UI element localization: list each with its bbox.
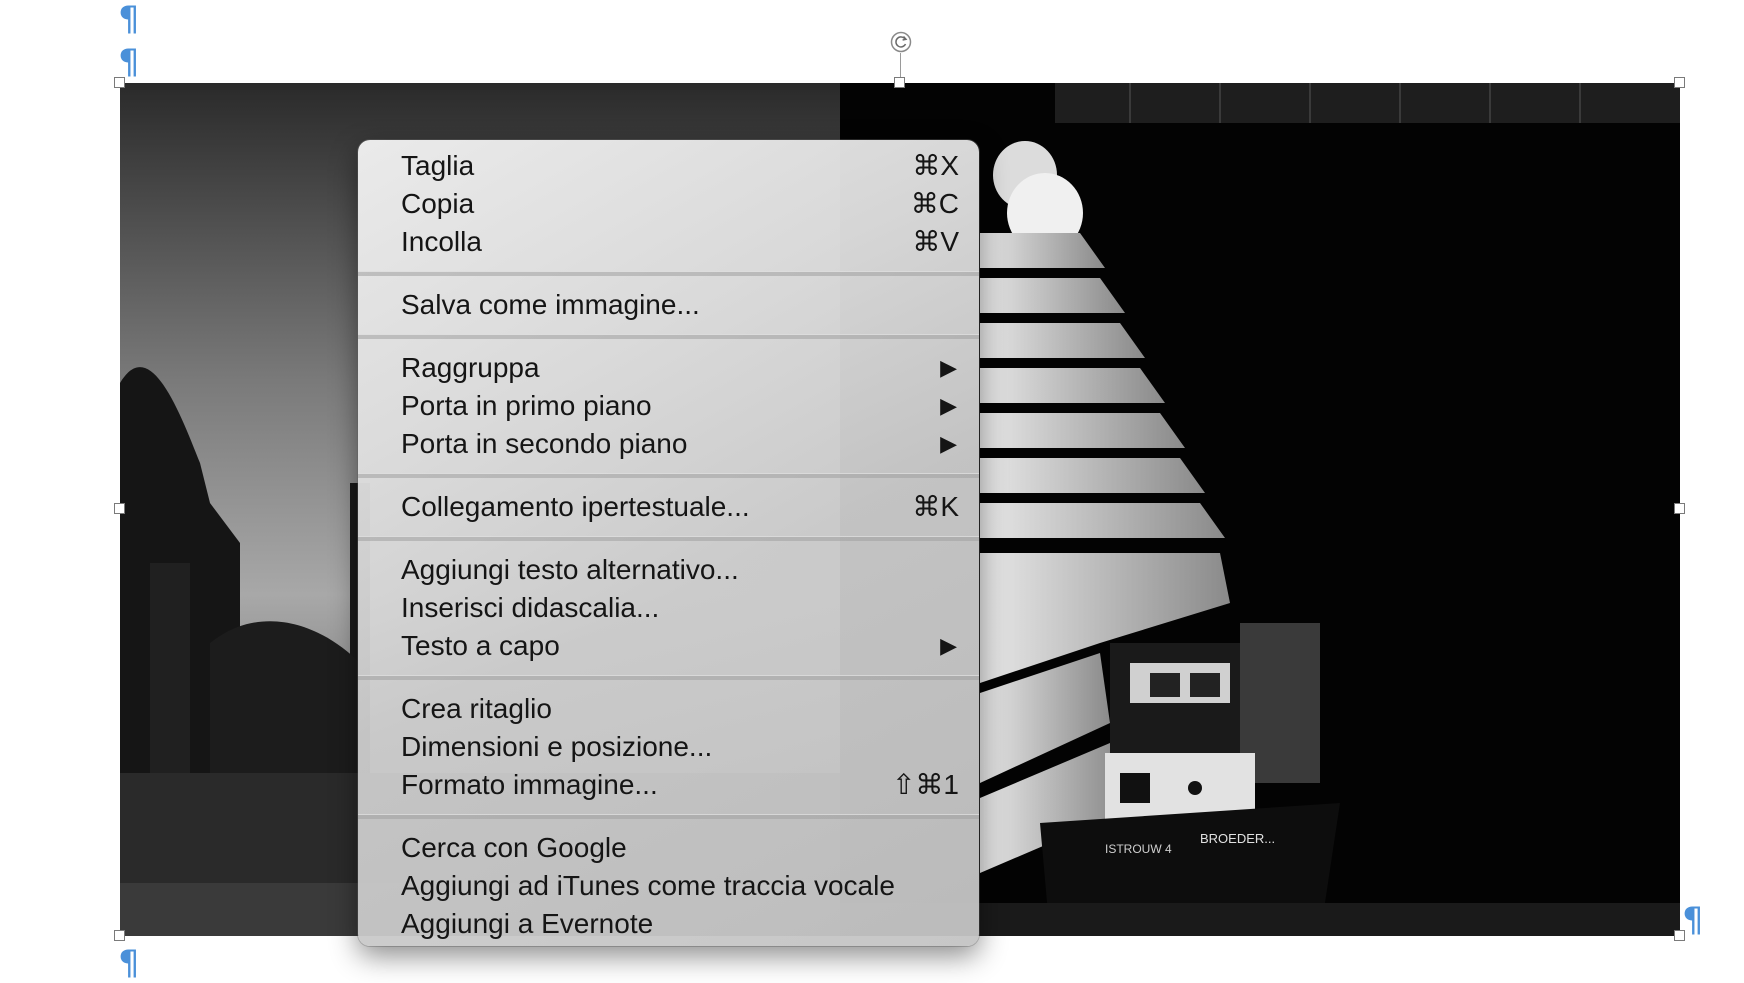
resize-handle-middle-right[interactable] bbox=[1674, 503, 1685, 514]
menu-item-add-alt-text[interactable]: Aggiungi testo alternativo... bbox=[358, 551, 979, 589]
menu-item-label: Formato immagine... bbox=[401, 769, 658, 800]
menu-item-bring-forward[interactable]: Porta in primo piano ▶ bbox=[358, 387, 979, 425]
menu-item-shortcut: ⌘K bbox=[912, 491, 959, 522]
submenu-arrow-icon: ▶ bbox=[940, 355, 957, 380]
resize-handle-bottom-right[interactable] bbox=[1674, 930, 1685, 941]
context-menu: Taglia ⌘X Copia ⌘C Incolla ⌘V Salva come… bbox=[358, 140, 979, 946]
menu-separator bbox=[358, 814, 979, 819]
pilcrow-icon: ¶ bbox=[118, 943, 140, 983]
menu-item-hyperlink[interactable]: Collegamento ipertestuale... ⌘K bbox=[358, 488, 979, 526]
menu-item-label: Taglia bbox=[401, 150, 475, 181]
submenu-arrow-icon: ▶ bbox=[940, 633, 957, 658]
menu-item-shortcut: ⌘V bbox=[912, 226, 959, 257]
menu-item-label: Aggiungi a Evernote bbox=[401, 908, 654, 939]
menu-item-label: Inserisci didascalia... bbox=[401, 592, 660, 623]
resize-handle-top-left[interactable] bbox=[114, 77, 125, 88]
boat-label-left: ISTROUW 4 bbox=[1105, 842, 1172, 856]
menu-item-shortcut: ⇧⌘1 bbox=[891, 769, 959, 800]
menu-item-label: Testo a capo bbox=[401, 630, 560, 661]
menu-item-label: Aggiungi ad iTunes come traccia vocale bbox=[401, 870, 895, 901]
menu-item-size-position[interactable]: Dimensioni e posizione... bbox=[358, 728, 979, 766]
pilcrow-icon: ¶ bbox=[1682, 900, 1704, 940]
rotate-handle-icon[interactable] bbox=[890, 31, 912, 53]
menu-item-label: Copia bbox=[401, 188, 475, 219]
submenu-arrow-icon: ▶ bbox=[940, 431, 957, 456]
menu-item-label: Dimensioni e posizione... bbox=[401, 731, 713, 762]
menu-item-group[interactable]: Raggruppa ▶ bbox=[358, 349, 979, 387]
menu-item-label: Crea ritaglio bbox=[401, 693, 552, 724]
menu-separator bbox=[358, 675, 979, 680]
menu-item-add-to-itunes[interactable]: Aggiungi ad iTunes come traccia vocale bbox=[358, 867, 979, 905]
resize-handle-bottom-left[interactable] bbox=[114, 930, 125, 941]
resize-handle-top-right[interactable] bbox=[1674, 77, 1685, 88]
menu-separator bbox=[358, 271, 979, 276]
boat-label-right: BROEDER... bbox=[1200, 831, 1275, 846]
resize-handle-middle-left[interactable] bbox=[114, 503, 125, 514]
menu-item-paste[interactable]: Incolla ⌘V bbox=[358, 223, 979, 261]
menu-item-format-picture[interactable]: Formato immagine... ⇧⌘1 bbox=[358, 766, 979, 804]
menu-separator bbox=[358, 473, 979, 478]
menu-item-crop[interactable]: Crea ritaglio bbox=[358, 690, 979, 728]
submenu-arrow-icon: ▶ bbox=[940, 393, 957, 418]
menu-item-label: Porta in secondo piano bbox=[401, 428, 688, 459]
menu-separator bbox=[358, 536, 979, 541]
menu-item-label: Collegamento ipertestuale... bbox=[401, 491, 750, 522]
menu-item-insert-caption[interactable]: Inserisci didascalia... bbox=[358, 589, 979, 627]
menu-item-cut[interactable]: Taglia ⌘X bbox=[358, 147, 979, 185]
menu-item-copy[interactable]: Copia ⌘C bbox=[358, 185, 979, 223]
menu-item-add-to-evernote[interactable]: Aggiungi a Evernote bbox=[358, 905, 979, 943]
menu-item-send-backward[interactable]: Porta in secondo piano ▶ bbox=[358, 425, 979, 463]
menu-item-label: Salva come immagine... bbox=[401, 289, 700, 320]
menu-item-label: Porta in primo piano bbox=[401, 390, 652, 421]
pilcrow-icon: ¶ bbox=[118, 42, 140, 82]
menu-separator bbox=[358, 334, 979, 339]
menu-item-shortcut: ⌘X bbox=[912, 150, 959, 181]
menu-item-label: Aggiungi testo alternativo... bbox=[401, 554, 739, 585]
menu-item-label: Incolla bbox=[401, 226, 482, 257]
menu-item-label: Cerca con Google bbox=[401, 832, 627, 863]
pilcrow-icon: ¶ bbox=[118, 0, 140, 39]
menu-item-label: Raggruppa bbox=[401, 352, 540, 383]
menu-item-save-as-image[interactable]: Salva come immagine... bbox=[358, 286, 979, 324]
menu-item-shortcut: ⌘C bbox=[910, 188, 959, 219]
menu-item-wrap-text[interactable]: Testo a capo ▶ bbox=[358, 627, 979, 665]
menu-item-search-google[interactable]: Cerca con Google bbox=[358, 829, 979, 867]
resize-handle-top-center[interactable] bbox=[894, 77, 905, 88]
